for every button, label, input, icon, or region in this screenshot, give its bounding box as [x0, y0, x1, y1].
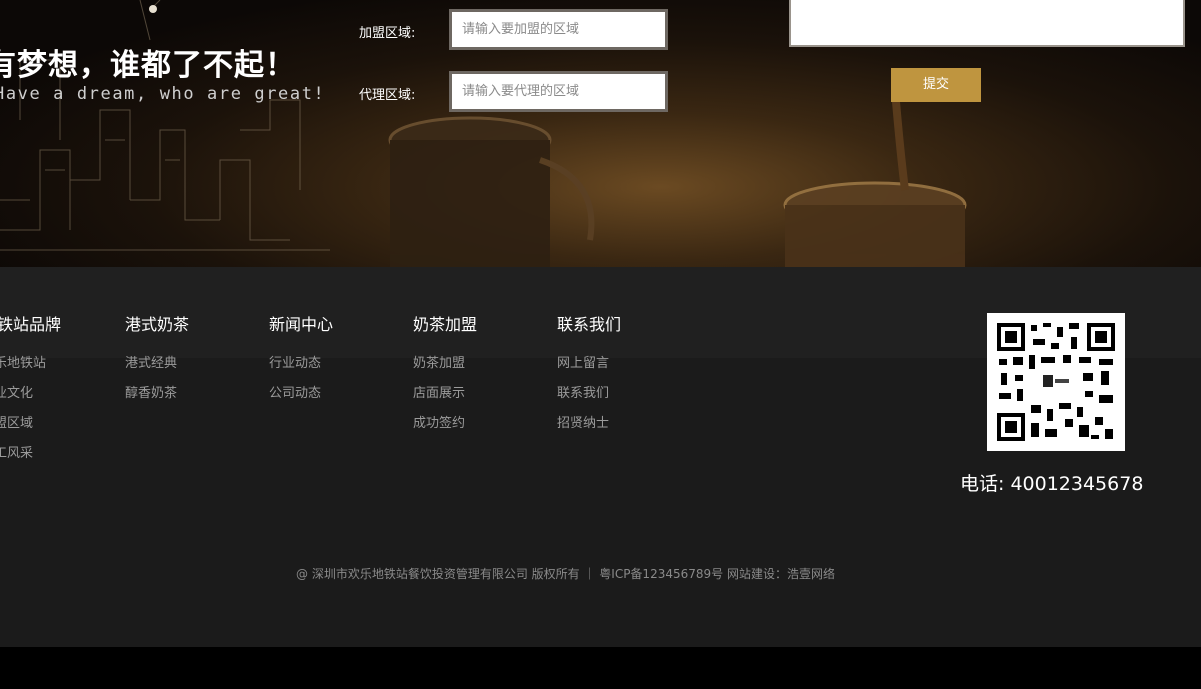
footer-nav-franchise: 奶茶加盟 奶茶加盟 店面展示 成功签约: [413, 311, 477, 442]
footer-nav-link[interactable]: 行业动态: [269, 352, 333, 382]
bottom-bar: [0, 647, 1201, 689]
footer-nav-hk-milk-tea: 港式奶茶 港式经典 醇香奶茶: [125, 311, 189, 412]
join-area-label: 加盟区域:: [359, 26, 416, 41]
footer-nav-link[interactable]: 员工风采: [0, 442, 61, 472]
agent-area-input[interactable]: [449, 71, 668, 112]
footer-nav-link[interactable]: 欢乐地铁站: [0, 352, 61, 382]
hero-slogan-cn: 有梦想，谁都了不起！: [0, 48, 296, 83]
agent-area-label: 代理区域:: [359, 88, 416, 103]
footer-nav-link[interactable]: 店面展示: [413, 382, 477, 412]
footer-nav-link[interactable]: 公司动态: [269, 382, 333, 412]
message-textarea[interactable]: [789, 0, 1185, 47]
footer-nav-title: 联系我们: [557, 315, 622, 334]
contact-phone: 电话: 40012345678: [960, 473, 1144, 495]
footer-nav-link[interactable]: 成功签约: [413, 412, 477, 442]
copyright-text: @ 深圳市欢乐地铁站餐饮投资管理有限公司 版权所有 ｜ 粤ICP备1234567…: [296, 567, 835, 581]
footer-nav-link[interactable]: 醇香奶茶: [125, 382, 189, 412]
footer-nav-title: 奶茶加盟: [413, 315, 478, 334]
footer-nav-brand: 地铁站品牌 欢乐地铁站 企业文化 加盟区域 员工风采: [0, 311, 61, 472]
footer-nav-link[interactable]: 企业文化: [0, 382, 61, 412]
join-area-input[interactable]: [449, 9, 668, 50]
footer-nav-title: 地铁站品牌: [0, 315, 62, 334]
footer-nav-link[interactable]: 网上留言: [557, 352, 621, 382]
footer-nav-link[interactable]: 奶茶加盟: [413, 352, 477, 382]
site-footer: 地铁站品牌 欢乐地铁站 企业文化 加盟区域 员工风采 港式奶茶 港式经典 醇香奶…: [0, 267, 1201, 647]
footer-nav-title: 港式奶茶: [125, 315, 190, 334]
footer-nav-news: 新闻中心 行业动态 公司动态: [269, 311, 333, 412]
footer-nav-link[interactable]: 港式经典: [125, 352, 189, 382]
footer-nav-link[interactable]: 加盟区域: [0, 412, 61, 442]
qr-code-icon: [987, 313, 1125, 451]
footer-nav-link[interactable]: 联系我们: [557, 382, 621, 412]
hero-banner: 有梦想，谁都了不起！ Have a dream, who are great! …: [0, 0, 1201, 267]
footer-nav-link[interactable]: 招贤纳士: [557, 412, 621, 442]
footer-nav-title: 新闻中心: [269, 315, 334, 334]
footer-nav-contact: 联系我们 网上留言 联系我们 招贤纳士: [557, 311, 621, 442]
submit-button[interactable]: 提交: [891, 68, 981, 102]
hero-slogan-en: Have a dream, who are great!: [0, 84, 326, 104]
